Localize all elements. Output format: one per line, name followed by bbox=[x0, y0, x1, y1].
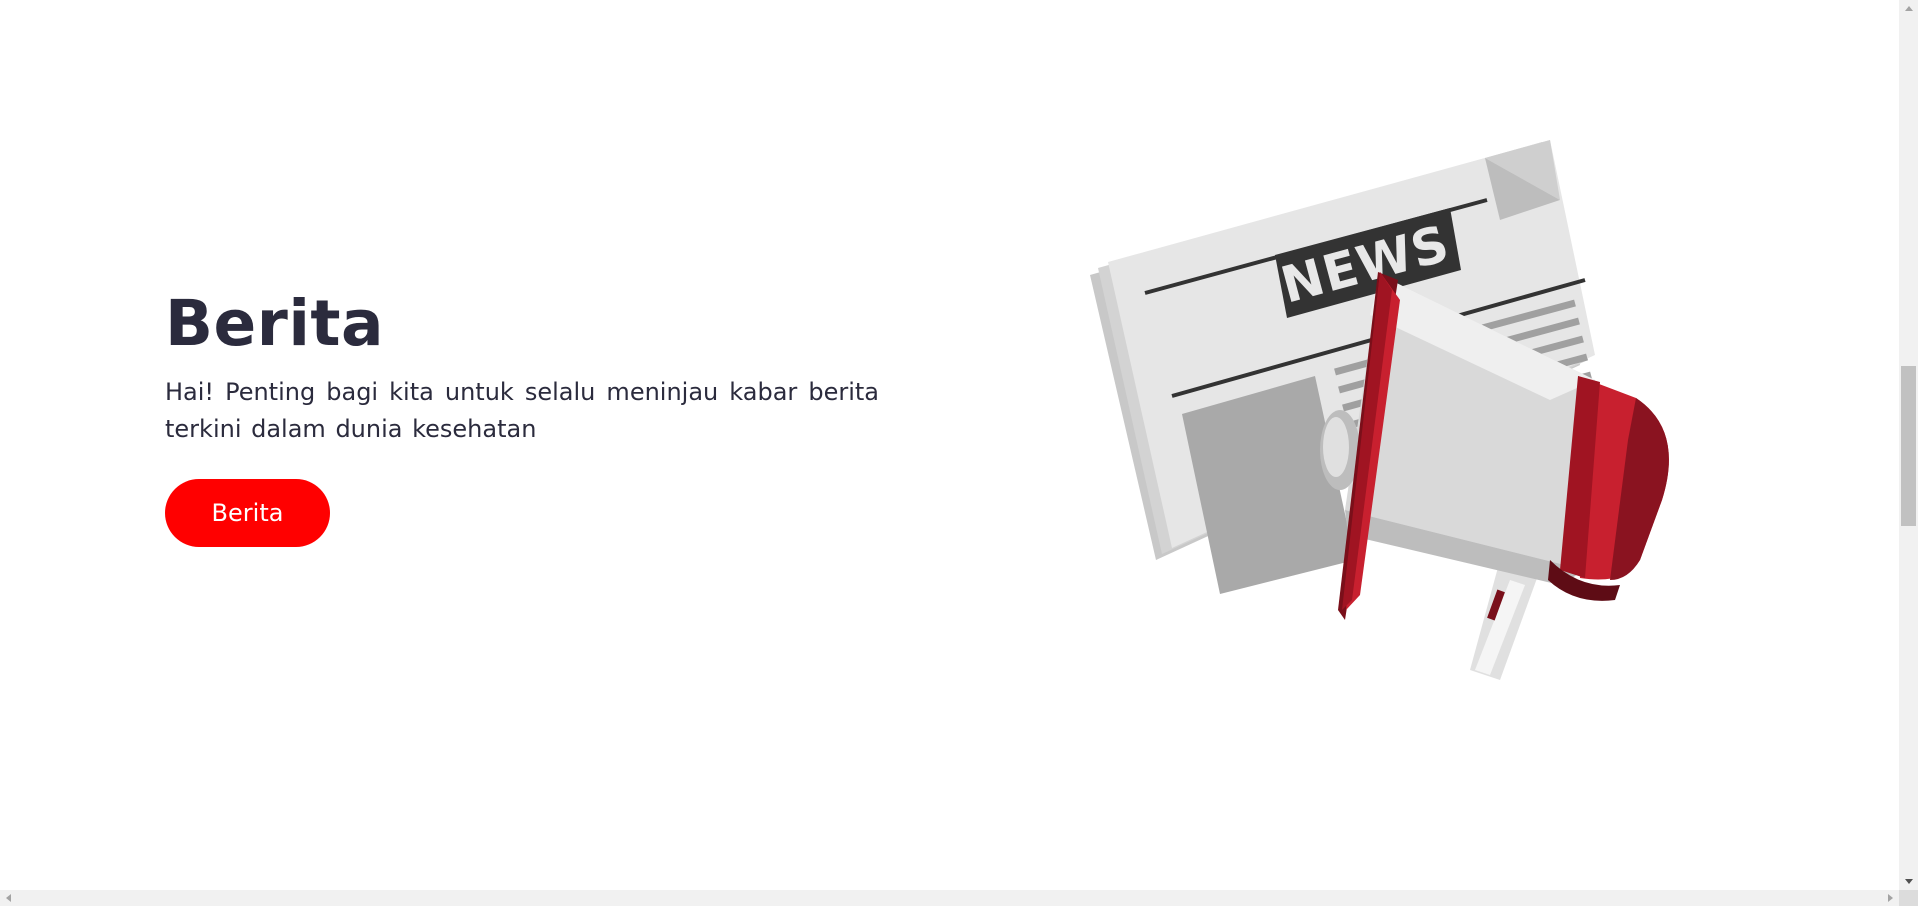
vertical-scrollbar[interactable] bbox=[1899, 0, 1918, 890]
scroll-down-arrow-icon[interactable] bbox=[1899, 873, 1918, 890]
vertical-scroll-thumb[interactable] bbox=[1901, 366, 1916, 526]
page-title: Berita bbox=[165, 287, 385, 360]
scroll-right-arrow-icon[interactable] bbox=[1882, 890, 1899, 906]
scroll-left-arrow-icon[interactable] bbox=[0, 890, 17, 906]
page-content: Berita Hai! Penting bagi kita untuk sela… bbox=[0, 0, 1899, 890]
news-megaphone-svg: NEWS bbox=[1090, 140, 1669, 680]
news-megaphone-illustration: NEWS bbox=[1080, 140, 1680, 700]
scroll-up-arrow-icon[interactable] bbox=[1899, 0, 1918, 17]
berita-button[interactable]: Berita bbox=[165, 479, 330, 547]
scrollbar-corner bbox=[1899, 890, 1918, 906]
hero-description: Hai! Penting bagi kita untuk selalu meni… bbox=[165, 378, 879, 443]
megaphone-icon bbox=[1320, 272, 1669, 680]
horizontal-scrollbar[interactable] bbox=[0, 890, 1899, 906]
hero-text-block: Berita Hai! Penting bagi kita untuk sela… bbox=[165, 288, 879, 448]
